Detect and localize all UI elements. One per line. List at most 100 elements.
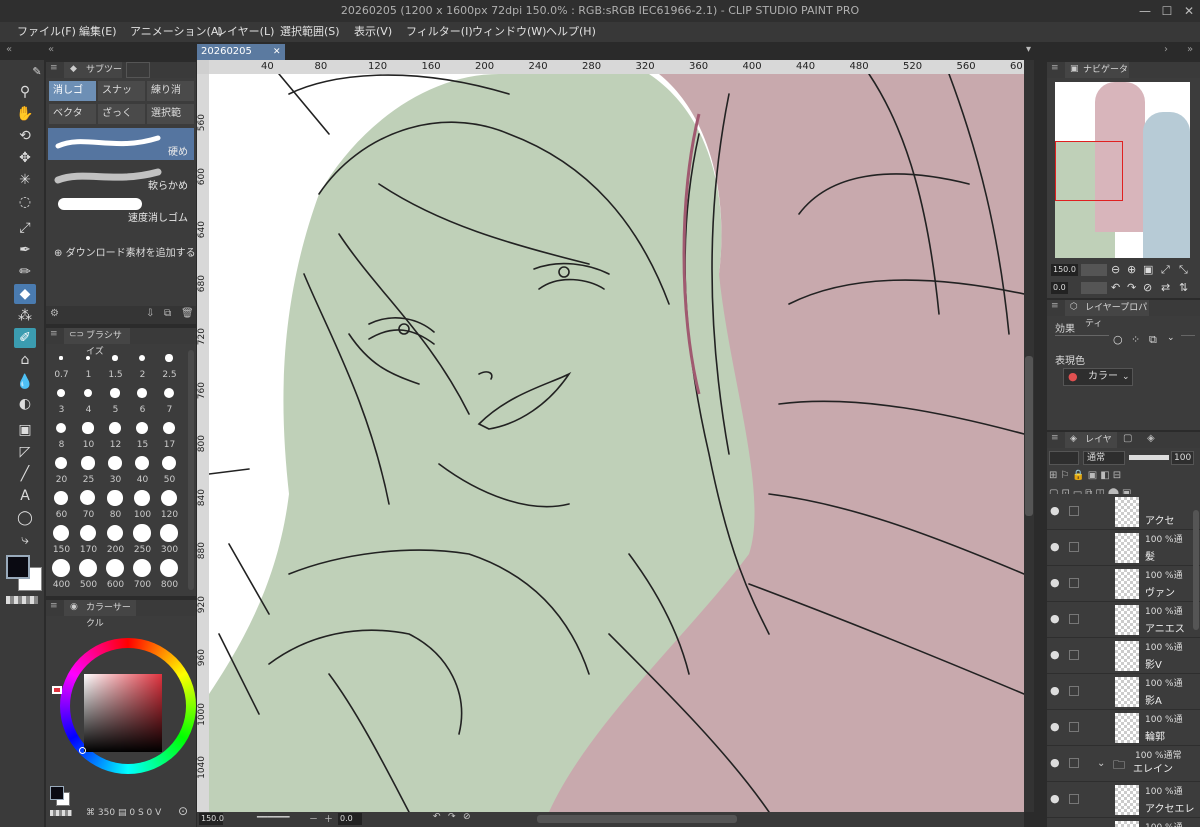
- layer-row[interactable]: ● 100 %通 影V: [1047, 638, 1200, 674]
- eye-icon[interactable]: ●: [1050, 720, 1060, 733]
- figure-tool-icon[interactable]: ◸: [14, 442, 36, 462]
- viewport-rectangle[interactable]: [1055, 141, 1123, 201]
- brush-size-scrollbar[interactable]: [188, 350, 194, 590]
- hue-marker[interactable]: [52, 686, 62, 694]
- layer-row[interactable]: ● 100 %通 アニエス: [1047, 602, 1200, 638]
- menu-help[interactable]: ヘルプ(H): [546, 22, 596, 42]
- trash-icon[interactable]: 🗑: [181, 308, 194, 319]
- layer-thumbnail-mode[interactable]: [1049, 451, 1079, 465]
- move-tool-icon[interactable]: ✥: [14, 148, 36, 168]
- layer-scrollbar[interactable]: [1193, 510, 1199, 630]
- brush-size-option[interactable]: 100: [129, 510, 156, 520]
- brush-size-option[interactable]: 20: [48, 475, 75, 485]
- brush-size-option[interactable]: 30: [102, 475, 129, 485]
- gradient-tool-icon[interactable]: ▣: [14, 420, 36, 440]
- layer-check-box[interactable]: [1069, 686, 1079, 696]
- zoom-in-icon[interactable]: ＋: [324, 812, 333, 825]
- eye-icon[interactable]: ●: [1050, 540, 1060, 553]
- menu-selection[interactable]: 選択範囲(S): [280, 22, 340, 42]
- layer-row[interactable]: ● 100 %通髪: [1047, 530, 1200, 566]
- eye-icon[interactable]: ●: [1050, 792, 1060, 805]
- brush-size-option[interactable]: 7: [156, 405, 183, 415]
- pencil-tool-icon[interactable]: ✏: [14, 262, 36, 282]
- brush-size-option[interactable]: 170: [75, 545, 102, 555]
- layer-color-icon[interactable]: ⧉: [1149, 333, 1157, 347]
- brush-size-option[interactable]: 120: [156, 510, 183, 520]
- transparent-swatch[interactable]: [50, 810, 72, 816]
- eye-icon[interactable]: ●: [1050, 756, 1060, 769]
- text-tool-icon[interactable]: A: [14, 486, 36, 506]
- brush-size-option[interactable]: 800: [156, 580, 183, 590]
- brush-size-option[interactable]: 400: [48, 580, 75, 590]
- canvas-vertical-scrollbar[interactable]: [1024, 60, 1034, 812]
- main-color-swatch[interactable]: [50, 786, 64, 800]
- panel-menu-icon[interactable]: ≡: [1051, 63, 1059, 73]
- layer-row[interactable]: ● ⌄ 🗀 100 %通常 エレイン: [1047, 746, 1200, 782]
- brush-size-option[interactable]: 40: [129, 475, 156, 485]
- brush-size-option[interactable]: 80: [102, 510, 129, 520]
- hand-tool-icon[interactable]: ✋: [14, 104, 36, 124]
- subtool-group-eraser[interactable]: 消しゴ: [49, 81, 96, 101]
- menu-file[interactable]: ファイル(F): [17, 22, 76, 42]
- zoom-in-icon[interactable]: ⊕: [1127, 263, 1136, 276]
- add-material-link[interactable]: ⊕ ダウンロード素材を追加する: [54, 244, 196, 259]
- import-icon[interactable]: ⇩: [146, 308, 154, 319]
- eye-icon[interactable]: ●: [1050, 504, 1060, 517]
- brush-size-option[interactable]: 700: [129, 580, 156, 590]
- layer-row[interactable]: ●100 %通: [1047, 818, 1200, 827]
- color-marker[interactable]: [79, 747, 86, 754]
- navigator-angle-field[interactable]: 0.0: [1051, 282, 1068, 294]
- auto-select-tool-icon[interactable]: ✳: [14, 170, 36, 190]
- layer-lock-icons[interactable]: ⊞⚐🔒▣◧⊟: [1049, 470, 1124, 481]
- folder-expand-icon[interactable]: ⌄: [1097, 758, 1105, 769]
- blend-tool-icon[interactable]: 💧: [14, 372, 36, 392]
- subtool-group-selection[interactable]: 選択範: [147, 104, 194, 124]
- menu-filter[interactable]: フィルター(I): [406, 22, 473, 42]
- airbrush-tool-icon[interactable]: ⌂: [14, 350, 36, 370]
- scroll-thumb[interactable]: [1025, 356, 1033, 516]
- blend-mode-select[interactable]: 通常: [1083, 451, 1125, 465]
- collapse-left-icon[interactable]: «: [6, 44, 12, 55]
- zoom-tool-icon[interactable]: ⚲: [14, 82, 36, 102]
- brush-size-option[interactable]: 8: [48, 440, 75, 450]
- zoom-field[interactable]: 150.0: [199, 813, 224, 825]
- brush-size-option[interactable]: 150: [48, 545, 75, 555]
- effect-dropdown-icon[interactable]: ⌄: [1167, 333, 1175, 343]
- pen-tool-icon[interactable]: ✒: [14, 240, 36, 260]
- panel-menu-icon[interactable]: ≡: [50, 329, 58, 339]
- panel-menu-icon[interactable]: ≡: [50, 63, 58, 73]
- brush-size-option[interactable]: 250: [129, 545, 156, 555]
- brush-size-option[interactable]: 3: [48, 405, 75, 415]
- fill-tool-icon[interactable]: ◐: [14, 394, 36, 414]
- pen-mini-icon[interactable]: ✎: [26, 62, 48, 82]
- transparent-color-swatch[interactable]: [6, 596, 38, 604]
- brush-size-option[interactable]: 5: [102, 405, 129, 415]
- panel-menu-icon[interactable]: ≡: [1051, 433, 1059, 443]
- layer-search-tab-icon[interactable]: ▢: [1123, 433, 1132, 444]
- color-mode-icon[interactable]: ⊙: [178, 804, 188, 818]
- brush-item-speed[interactable]: 速度消しゴム: [48, 194, 194, 226]
- foreground-color-swatch[interactable]: [6, 555, 30, 579]
- brush-size-option[interactable]: 4: [75, 405, 102, 415]
- panel-menu-icon[interactable]: ≡: [1051, 301, 1059, 311]
- brush-size-option[interactable]: 1: [75, 370, 102, 380]
- brush-size-option[interactable]: 600: [102, 580, 129, 590]
- rotate-left-icon[interactable]: ↶: [433, 812, 441, 822]
- opacity-field[interactable]: 100: [1171, 451, 1195, 465]
- line-tool-icon[interactable]: ╱: [14, 464, 36, 484]
- brush-size-option[interactable]: 17: [156, 440, 183, 450]
- brush-size-option[interactable]: 10: [75, 440, 102, 450]
- collapse-sub-icon[interactable]: «: [48, 44, 54, 55]
- navigator-zoom-field[interactable]: 150.0: [1051, 264, 1078, 276]
- navigator-zoom-slider[interactable]: [1081, 264, 1107, 276]
- layer-check-box[interactable]: [1069, 614, 1079, 624]
- close-button[interactable]: ✕: [1178, 0, 1200, 22]
- menu-layer[interactable]: レイヤー(L): [216, 22, 274, 42]
- expression-color-select[interactable]: ● カラー ⌄: [1063, 368, 1133, 386]
- angle-field[interactable]: 0.0: [338, 813, 362, 825]
- brush-size-option[interactable]: 25: [75, 475, 102, 485]
- brush-size-option[interactable]: 60: [48, 510, 75, 520]
- brush-size-option[interactable]: 300: [156, 545, 183, 555]
- subtool-settings-icon[interactable]: ⚙: [50, 308, 59, 319]
- brush-size-option[interactable]: 1.5: [102, 370, 129, 380]
